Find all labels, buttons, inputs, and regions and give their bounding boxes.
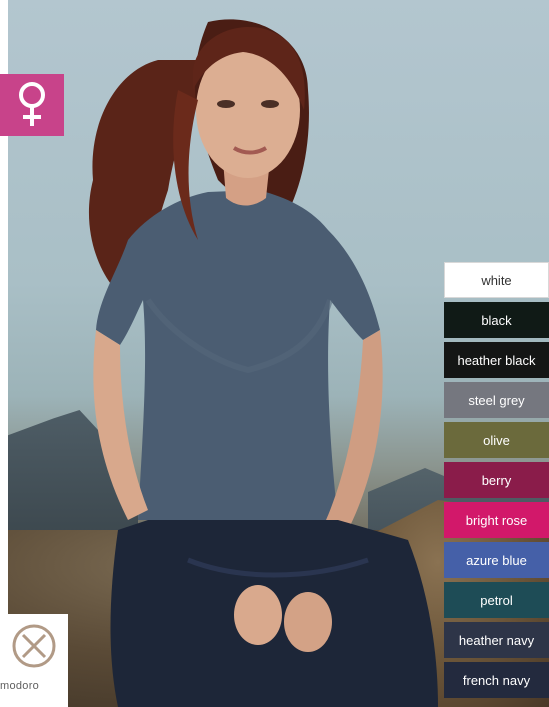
color-swatch-white[interactable]: white [444, 262, 549, 298]
color-swatch-heather-navy[interactable]: heather navy [444, 622, 549, 658]
brand-badge: modoro [0, 614, 68, 707]
color-swatch-french-navy[interactable]: french navy [444, 662, 549, 698]
color-swatch-berry[interactable]: berry [444, 462, 549, 498]
brand-name: modoro [0, 680, 40, 692]
color-swatch-black[interactable]: black [444, 302, 549, 338]
female-symbol-icon [19, 82, 45, 126]
brand-logo-icon [12, 624, 56, 668]
color-swatch-list: white black heather black steel grey olive be… [444, 262, 549, 702]
color-swatch-olive[interactable]: olive [444, 422, 549, 458]
color-swatch-heather-black[interactable]: heather black [444, 342, 549, 378]
color-swatch-bright-rose[interactable]: bright rose [444, 502, 549, 538]
gender-badge [0, 74, 64, 136]
color-swatch-azure-blue[interactable]: azure blue [444, 542, 549, 578]
color-swatch-steel-grey[interactable]: steel grey [444, 382, 549, 418]
color-swatch-petrol[interactable]: petrol [444, 582, 549, 618]
